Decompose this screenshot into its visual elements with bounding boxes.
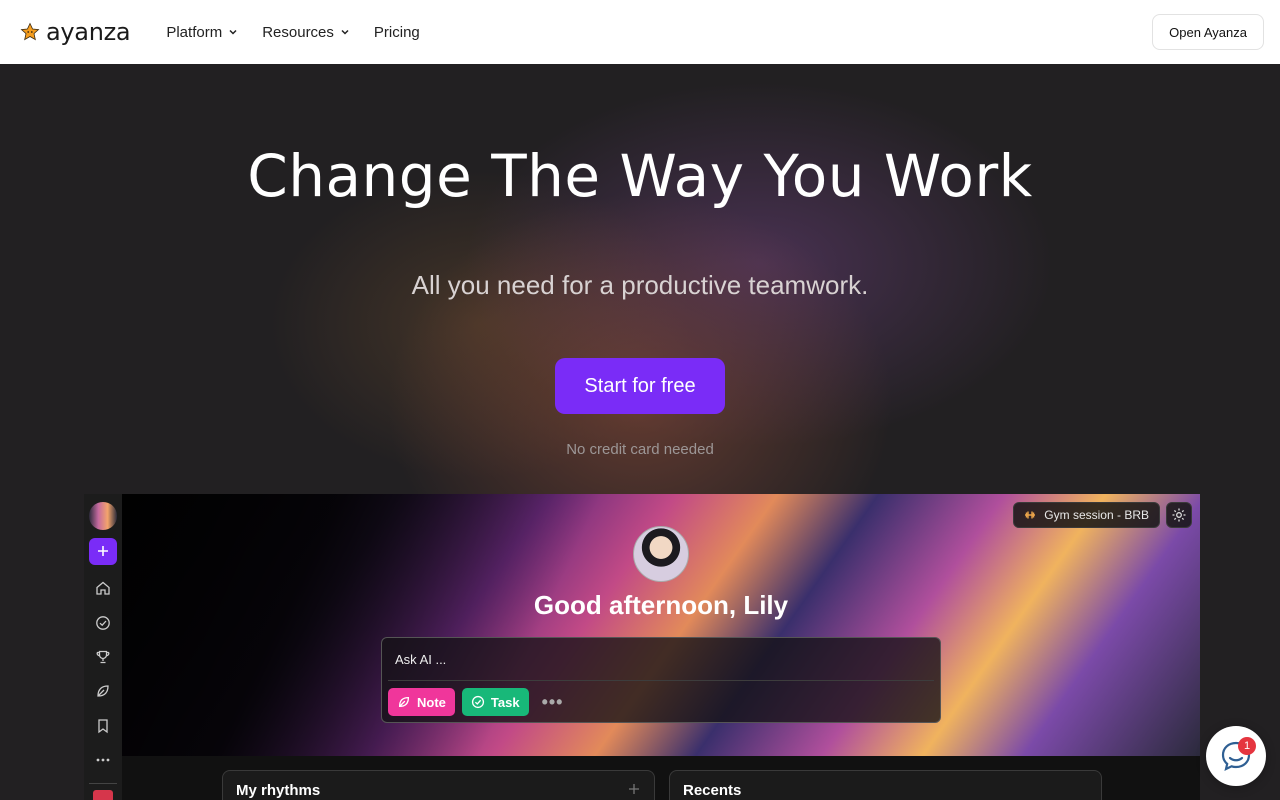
gear-icon (1172, 508, 1186, 522)
task-button[interactable]: Task (461, 688, 529, 716)
nav-links: Platform Resources Pricing (166, 24, 419, 41)
leaf-icon (97, 685, 109, 697)
settings-button[interactable] (1166, 502, 1192, 528)
ask-divider (388, 680, 934, 681)
task-label: Task (490, 694, 520, 710)
app-preview: Gym session - BRB Good afternoon, Lily A… (84, 494, 1200, 800)
chat-widget-button[interactable] (1206, 726, 1266, 786)
chevron-down-icon (229, 29, 237, 35)
logo[interactable]: ayanza (20, 18, 131, 46)
rail-divider (89, 783, 117, 785)
hero-title: Change The Way You Work (247, 142, 1033, 210)
rail-more[interactable] (89, 743, 117, 777)
bookmark-icon (98, 719, 108, 733)
more-options-button[interactable]: ••• (536, 688, 570, 716)
home-icon (96, 581, 110, 595)
more-icon (96, 758, 110, 762)
hero-subtitle: All you need for a productive teamwork. (411, 270, 869, 300)
nav-pricing[interactable]: Pricing (374, 24, 420, 41)
check-circle-icon (96, 615, 110, 630)
user-avatar[interactable] (633, 526, 689, 582)
nav-platform-label: Platform (166, 23, 223, 41)
hero-note: No credit card needed (566, 441, 714, 458)
nav-platform[interactable]: Platform (166, 24, 238, 41)
top-nav: ayanza Platform Resources Pricing Open A… (0, 0, 1280, 64)
nav-resources-label: Resources (262, 23, 334, 41)
rail-bookmarks[interactable] (89, 709, 117, 743)
app-banner: Gym session - BRB Good afternoon, Lily A… (122, 494, 1200, 756)
ask-ai-box: Ask AI ... Note Task ••• (381, 637, 941, 723)
workspace-avatar[interactable] (89, 502, 117, 530)
nav-pricing-label: Pricing (373, 23, 420, 41)
rail-tasks[interactable] (89, 605, 117, 639)
add-button[interactable] (89, 537, 117, 565)
rhythms-panel: My rhythms (222, 770, 655, 800)
check-circle-icon (471, 695, 484, 709)
nav-resources[interactable]: Resources (262, 24, 350, 41)
status-text: Gym session - BRB (1044, 508, 1149, 522)
hero: Change The Way You Work All you need for… (0, 64, 1280, 800)
chat-unread-badge: 1 (1238, 737, 1256, 755)
ask-actions: Note Task ••• (388, 688, 569, 716)
plus-icon (98, 546, 108, 557)
rail-home[interactable] (89, 571, 117, 605)
app-sidebar (84, 494, 122, 800)
greeting: Good afternoon, Lily (533, 590, 789, 620)
add-rhythm-icon[interactable] (628, 783, 640, 795)
ask-ai-input[interactable]: Ask AI ... (395, 652, 446, 667)
trophy-icon (96, 650, 110, 664)
leaf-icon (398, 696, 410, 708)
recents-panel: Recents (669, 770, 1102, 800)
logo-star-icon (20, 22, 40, 41)
chevron-down-icon (341, 29, 349, 35)
start-for-free-button[interactable]: Start for free (555, 358, 725, 414)
rail-notes[interactable] (89, 674, 117, 708)
dumbbell-icon (1025, 511, 1036, 519)
rail-workspace-badge[interactable] (93, 790, 113, 800)
open-ayanza-button[interactable]: Open Ayanza (1152, 14, 1264, 50)
rhythms-title: My rhythms (236, 782, 321, 799)
status-pill[interactable]: Gym session - BRB (1013, 502, 1160, 528)
logo-text: ayanza (46, 18, 131, 46)
note-button[interactable]: Note (388, 688, 455, 716)
note-label: Note (417, 694, 446, 710)
recents-title: Recents (683, 782, 742, 799)
rail-goals[interactable] (89, 640, 117, 674)
